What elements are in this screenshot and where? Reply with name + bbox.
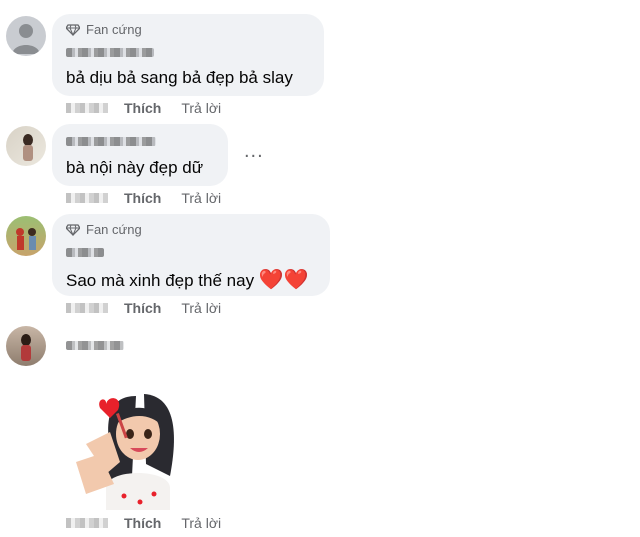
timestamp-redacted[interactable] <box>66 303 108 313</box>
timestamp-redacted[interactable] <box>66 193 108 203</box>
reply-button[interactable]: Trả lời <box>181 515 221 531</box>
heart-girl-sticker <box>66 384 196 514</box>
comment-text-body: Sao mà xinh đẹp thế nay <box>66 271 255 290</box>
avatar-user-3[interactable] <box>6 216 46 256</box>
like-button[interactable]: Thích <box>124 300 161 316</box>
comment-actions: Thích Trả lời <box>66 100 221 116</box>
comment-text: Sao mà xinh đẹp thế nay ❤️❤️ <box>66 267 309 292</box>
author-name-redacted[interactable] <box>66 48 154 57</box>
heart-emoji: ❤️❤️ <box>258 269 309 291</box>
like-button[interactable]: Thích <box>124 190 161 206</box>
reply-button[interactable]: Trả lời <box>181 100 221 116</box>
avatar-default[interactable] <box>6 16 46 56</box>
comment-actions: Thích Trả lời <box>66 515 221 531</box>
comment-actions: Thích Trả lời <box>66 300 221 316</box>
reply-button[interactable]: Trả lời <box>181 300 221 316</box>
fan-badge-label: Fan cứng <box>86 222 142 237</box>
comment-bubble: bà nội này đẹp dữ <box>52 124 228 186</box>
avatar-user-2[interactable] <box>6 126 46 166</box>
fan-badge-label: Fan cứng <box>86 22 142 37</box>
like-button[interactable]: Thích <box>124 515 161 531</box>
timestamp-redacted[interactable] <box>66 518 108 528</box>
more-options-button[interactable]: ... <box>244 140 264 163</box>
comment-actions: Thích Trả lời <box>66 190 221 206</box>
comment-bubble: Fan cứng bả dịu bả sang bả đẹp bả slay <box>52 14 324 96</box>
avatar-user-4[interactable] <box>6 326 46 366</box>
comment-text: bà nội này đẹp dữ <box>66 158 204 177</box>
reply-button[interactable]: Trả lời <box>181 190 221 206</box>
fan-badge: Fan cứng <box>66 22 142 37</box>
diamond-icon <box>66 23 80 36</box>
author-name-redacted[interactable] <box>66 137 156 146</box>
author-name-redacted[interactable] <box>66 341 124 350</box>
comment-bubble: Fan cứng Sao mà xinh đẹp thế nay ❤️❤️ <box>52 214 330 296</box>
fan-badge: Fan cứng <box>66 222 142 237</box>
like-button[interactable]: Thích <box>124 100 161 116</box>
diamond-icon <box>66 223 80 236</box>
author-name-redacted[interactable] <box>66 248 104 257</box>
timestamp-redacted[interactable] <box>66 103 108 113</box>
comment-text: bả dịu bả sang bả đẹp bả slay <box>66 68 293 87</box>
